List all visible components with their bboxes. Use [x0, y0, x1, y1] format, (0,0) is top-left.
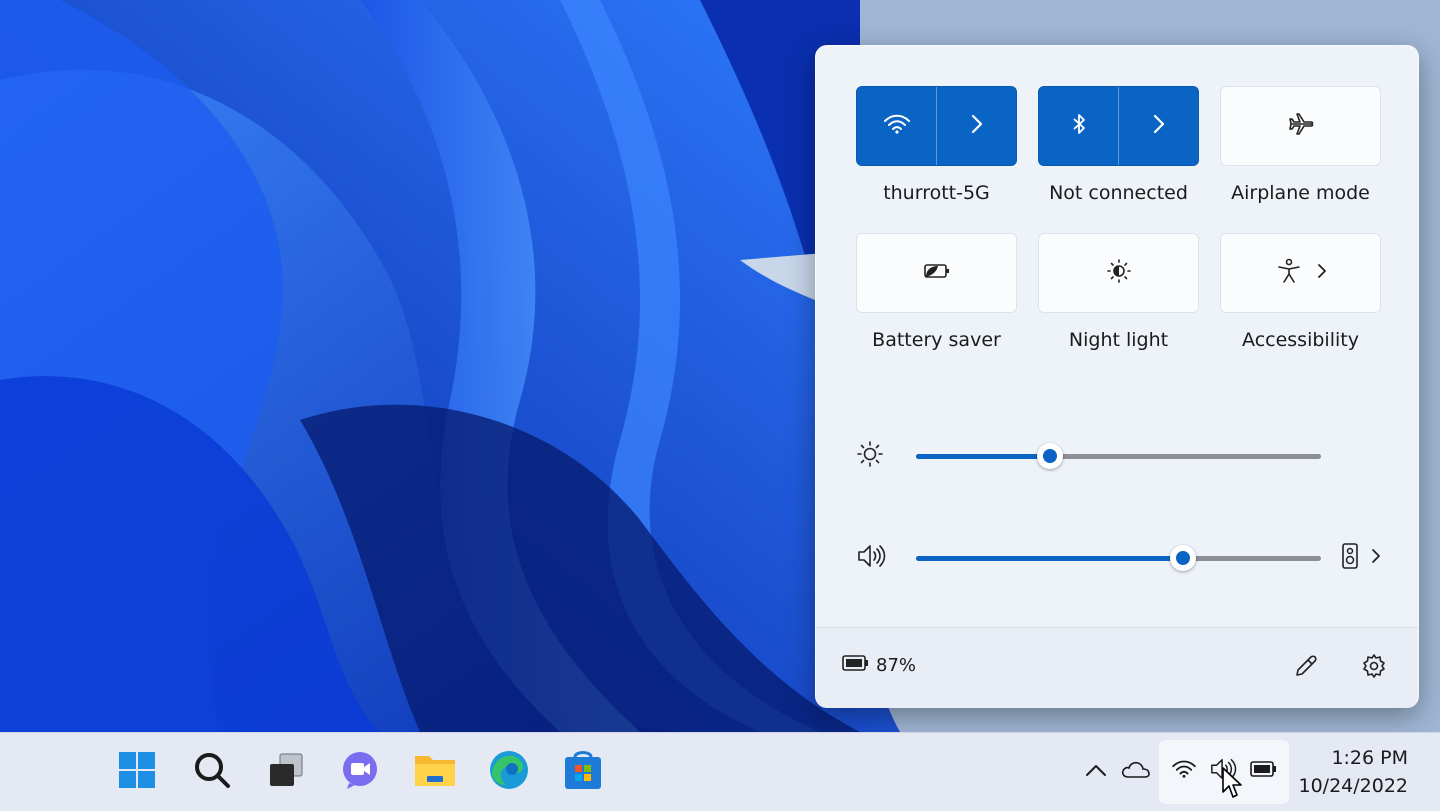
battery-saver-tile[interactable] [856, 233, 1017, 313]
accessibility-tile-label: Accessibility [1242, 329, 1359, 351]
volume-slider-fill [916, 555, 1184, 561]
search-icon [192, 750, 232, 794]
mouse-cursor-icon [1221, 766, 1243, 804]
battery-status[interactable]: 87% [842, 654, 916, 677]
edge-icon [488, 749, 530, 795]
chevron-right-icon [971, 114, 983, 138]
battery-icon [1250, 760, 1278, 782]
gear-icon [1361, 653, 1387, 683]
tray-wifi[interactable] [1168, 755, 1200, 787]
wifi-icon [1171, 759, 1197, 783]
airplane-icon [1287, 110, 1315, 142]
clock-date: 10/24/2022 [1298, 775, 1408, 797]
volume-slider-thumb[interactable] [1170, 544, 1197, 571]
cloud-icon [1121, 759, 1151, 783]
battery-percent: 87% [876, 655, 917, 676]
brightness-slider-fill [916, 453, 1050, 459]
wifi-expand-button[interactable] [936, 87, 1016, 165]
wifi-icon [883, 113, 911, 139]
edit-quick-settings-button[interactable] [1286, 648, 1326, 688]
onedrive-tray-button[interactable] [1120, 755, 1152, 787]
battery-icon [842, 654, 870, 677]
bluetooth-tile-label: Not connected [1049, 182, 1188, 204]
windows-logo-icon [117, 750, 157, 794]
tile-row-2: Battery saver Night light Accessibility [856, 233, 1381, 353]
settings-button[interactable] [1354, 648, 1394, 688]
battery-saver-tile-label: Battery saver [872, 329, 1001, 351]
volume-slider[interactable] [916, 544, 1321, 571]
teams-chat-icon [339, 749, 381, 795]
task-view-icon [266, 750, 306, 794]
night-light-icon [1105, 257, 1133, 289]
accessibility-tile-cell: Accessibility [1220, 233, 1381, 353]
show-hidden-icons-button[interactable] [1080, 755, 1112, 787]
tile-row-1: thurrott-5G Not connected Airplane mode [856, 86, 1381, 206]
wifi-tile-cell: thurrott-5G [856, 86, 1017, 206]
taskbar-clock[interactable]: 1:26 PM 10/24/2022 [1298, 744, 1408, 800]
airplane-mode-tile[interactable] [1220, 86, 1381, 166]
battery-saver-icon [922, 261, 952, 285]
chevron-right-icon [1153, 114, 1165, 138]
night-light-tile-label: Night light [1068, 329, 1169, 351]
quick-settings-tiles: thurrott-5G Not connected Airplane mode … [856, 86, 1381, 353]
brightness-slider[interactable] [916, 442, 1321, 469]
audio-output-selector[interactable] [1341, 542, 1381, 574]
night-light-tile-cell: Night light [1038, 233, 1199, 353]
taskbar: 1:26 PM 10/24/2022 [0, 732, 1440, 811]
chevron-up-icon [1085, 762, 1107, 781]
quick-settings-panel: thurrott-5G Not connected Airplane mode … [815, 45, 1419, 708]
accessibility-tile[interactable] [1220, 233, 1381, 313]
volume-slider-row [856, 538, 1386, 578]
battery-saver-tile-cell: Battery saver [856, 233, 1017, 353]
tray-battery[interactable] [1248, 755, 1280, 787]
pencil-icon [1293, 653, 1319, 683]
bluetooth-icon [1071, 112, 1087, 140]
store-icon [563, 749, 603, 795]
store-button[interactable] [558, 747, 608, 797]
clock-time: 1:26 PM [1331, 747, 1408, 769]
teams-chat-button[interactable] [335, 747, 385, 797]
accessibility-icon [1275, 257, 1303, 289]
wifi-tile[interactable] [856, 86, 1017, 166]
search-button[interactable] [187, 747, 237, 797]
chevron-right-icon[interactable] [1317, 263, 1327, 283]
wifi-toggle[interactable] [857, 87, 936, 165]
folder-icon [413, 750, 457, 794]
airplane-tile-cell: Airplane mode [1220, 86, 1381, 206]
start-button[interactable] [112, 747, 162, 797]
brightness-slider-row [856, 436, 1386, 476]
chevron-right-icon [1371, 548, 1381, 568]
volume-icon[interactable] [856, 542, 886, 574]
airplane-tile-label: Airplane mode [1231, 182, 1370, 204]
brightness-slider-thumb[interactable] [1036, 442, 1063, 469]
quick-settings-footer: 87% [816, 627, 1418, 708]
bluetooth-expand-button[interactable] [1118, 87, 1198, 165]
night-light-tile[interactable] [1038, 233, 1199, 313]
bluetooth-tile[interactable] [1038, 86, 1199, 166]
edge-button[interactable] [484, 747, 534, 797]
speaker-device-icon [1341, 542, 1359, 574]
bluetooth-toggle[interactable] [1039, 87, 1118, 165]
bluetooth-tile-cell: Not connected [1038, 86, 1199, 206]
brightness-icon [856, 440, 884, 472]
file-explorer-button[interactable] [410, 747, 460, 797]
wifi-tile-label: thurrott-5G [883, 182, 990, 204]
task-view-button[interactable] [261, 747, 311, 797]
